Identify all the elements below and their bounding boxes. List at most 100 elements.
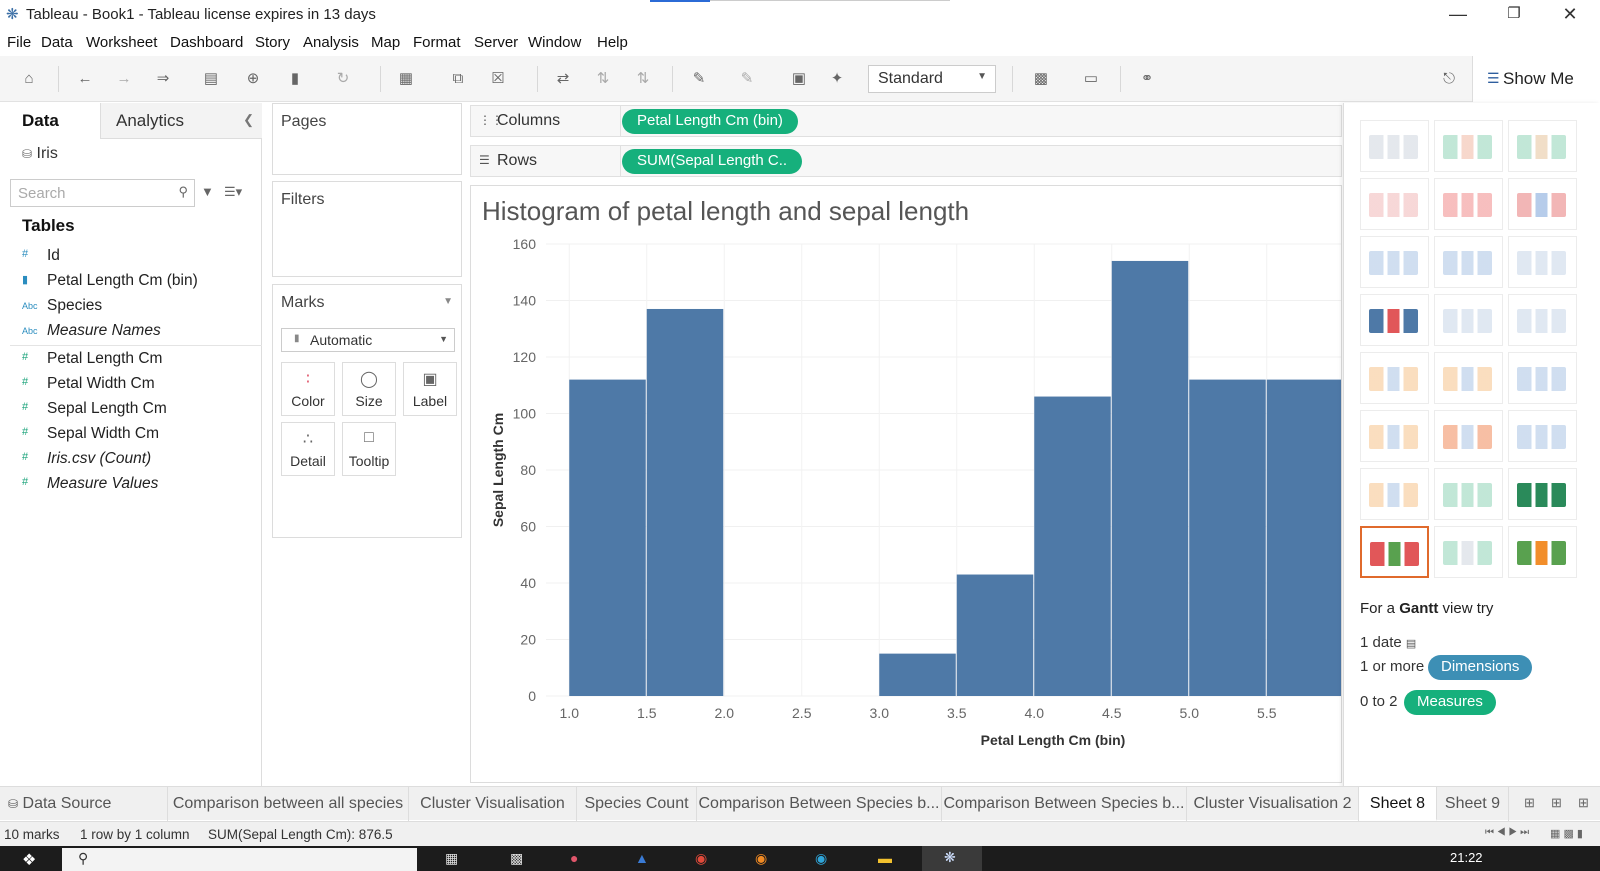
- chart-type-thumbnail[interactable]: [1434, 236, 1503, 288]
- mark-type-select[interactable]: ▮ Automatic ▼: [281, 328, 455, 352]
- clear-sheet-icon[interactable]: ☒: [487, 68, 509, 90]
- replace-data-icon[interactable]: ⇒: [152, 68, 174, 90]
- chart-type-thumbnail[interactable]: [1360, 236, 1429, 288]
- field-petal-length-bin[interactable]: ▮ Petal Length Cm (bin): [0, 269, 262, 294]
- show-cards-icon[interactable]: ▩: [1030, 68, 1052, 90]
- search-field[interactable]: ⚲: [10, 179, 195, 207]
- collapse-pane-icon[interactable]: ❮: [243, 112, 254, 128]
- chart-type-thumbnail[interactable]: [1360, 352, 1429, 404]
- menu-analysis[interactable]: Analysis: [303, 34, 359, 51]
- chart-type-thumbnail[interactable]: [1360, 468, 1429, 520]
- show-labels-icon[interactable]: ▣: [788, 68, 810, 90]
- tab-analytics[interactable]: Analytics ❮: [100, 103, 262, 139]
- filter-icon[interactable]: ▼: [201, 184, 214, 199]
- chart-type-thumbnail[interactable]: [1434, 410, 1503, 462]
- color-button[interactable]: ∶ Color: [281, 362, 335, 416]
- show-me-button[interactable]: ☰ Show Me: [1472, 56, 1600, 102]
- tab-sheet-active[interactable]: Sheet 8: [1359, 787, 1437, 821]
- chart-type-thumbnail[interactable]: [1508, 468, 1577, 520]
- histogram-chart[interactable]: 0 20 40 60 80 100 120 140 160 1.0 1.5 2.0 2.5 3.0 3.5 4…: [471, 186, 1342, 783]
- tableau-taskbar-item[interactable]: ❋: [922, 846, 982, 871]
- swap-icon[interactable]: ⇄: [552, 68, 574, 90]
- tab-sheet[interactable]: Species Count: [577, 787, 697, 821]
- menu-map[interactable]: Map: [371, 34, 400, 51]
- chart-type-thumbnail[interactable]: [1434, 120, 1503, 172]
- columns-pill[interactable]: Petal Length Cm (bin): [622, 109, 798, 134]
- app-icon[interactable]: ◉: [755, 850, 767, 867]
- menu-dashboard[interactable]: Dashboard: [170, 34, 243, 51]
- field-iris-count[interactable]: # Iris.csv (Count): [0, 447, 262, 472]
- new-worksheet-icon[interactable]: ▦: [395, 68, 417, 90]
- field-petal-length[interactable]: # Petal Length Cm: [0, 347, 262, 372]
- sort-ascending-icon[interactable]: ⇅: [592, 68, 614, 90]
- group-icon[interactable]: ✎: [736, 68, 758, 90]
- chart-type-thumbnail[interactable]: [1508, 526, 1577, 578]
- fit-select[interactable]: Standard ▼: [868, 65, 996, 93]
- highlight-icon[interactable]: ✎: [688, 68, 710, 90]
- file-explorer-icon[interactable]: ▬: [878, 850, 892, 866]
- datasource-item[interactable]: ⛁ Iris: [22, 145, 58, 163]
- tab-sheet[interactable]: Comparison Between Species b...: [942, 787, 1187, 821]
- share-icon[interactable]: ⚭: [1136, 68, 1158, 90]
- pages-card[interactable]: Pages: [272, 103, 462, 175]
- sort-descending-icon[interactable]: ⇅: [632, 68, 654, 90]
- chart-type-thumbnail[interactable]: [1360, 178, 1429, 230]
- chart-type-thumbnail[interactable]: [1508, 120, 1577, 172]
- menu-story[interactable]: Story: [255, 34, 290, 51]
- field-measure-names[interactable]: Abc Measure Names: [0, 319, 262, 344]
- chart-type-thumbnail[interactable]: [1360, 410, 1429, 462]
- format-painter-icon[interactable]: ⎋: [1438, 68, 1460, 90]
- app-icon[interactable]: ▲: [635, 850, 649, 866]
- chart-type-thumbnail[interactable]: [1360, 120, 1429, 172]
- field-sepal-length[interactable]: # Sepal Length Cm: [0, 397, 262, 422]
- new-story-tab-icon[interactable]: ⊞: [1578, 795, 1589, 811]
- redo-icon[interactable]: →: [113, 68, 135, 90]
- chart-type-thumbnail[interactable]: [1434, 294, 1503, 346]
- minimize-button[interactable]: —: [1430, 0, 1486, 30]
- menu-help[interactable]: Help: [597, 34, 628, 51]
- tab-data[interactable]: Data: [0, 103, 100, 139]
- new-dashboard-tab-icon[interactable]: ⊞: [1551, 795, 1562, 811]
- field-species[interactable]: Abc Species: [0, 294, 262, 319]
- chart-view[interactable]: 0 20 40 60 80 100 120 140 160 1.0 1.5 2.0 2.5 3.0 3.5 4…: [470, 185, 1342, 783]
- tab-sheet[interactable]: Sheet 9: [1437, 787, 1509, 821]
- filters-card[interactable]: Filters: [272, 181, 462, 277]
- view-options-icon[interactable]: ☰▾: [224, 184, 242, 200]
- edge-icon[interactable]: ◉: [815, 850, 827, 867]
- sheet-sorter-icon[interactable]: ▦ ▩ ▮: [1550, 827, 1583, 840]
- tab-sheet[interactable]: Cluster Visualisation 2: [1187, 787, 1359, 821]
- tab-sheet[interactable]: Comparison between all species: [168, 787, 409, 821]
- windows-start-icon[interactable]: ❖: [22, 850, 36, 870]
- app-icon[interactable]: ●: [570, 850, 578, 866]
- tab-data-source[interactable]: ⛁ Data Source: [0, 787, 168, 821]
- new-datasource-icon[interactable]: ⊕: [242, 68, 264, 90]
- fix-axes-icon[interactable]: ✦: [826, 68, 848, 90]
- chrome-icon[interactable]: ◉: [695, 850, 707, 867]
- new-worksheet-tab-icon[interactable]: ⊞: [1524, 795, 1535, 811]
- field-petal-width[interactable]: # Petal Width Cm: [0, 372, 262, 397]
- pause-updates-icon[interactable]: ▮: [284, 68, 306, 90]
- maximize-button[interactable]: ❐: [1486, 0, 1542, 30]
- chart-type-thumbnail[interactable]: [1508, 410, 1577, 462]
- detail-button[interactable]: ∴ Detail: [281, 422, 335, 476]
- menu-format[interactable]: Format: [413, 34, 461, 51]
- search-input[interactable]: [18, 181, 168, 205]
- chart-type-thumbnail[interactable]: [1434, 352, 1503, 404]
- size-button[interactable]: ◯ Size: [342, 362, 396, 416]
- chart-type-thumbnail[interactable]: [1508, 178, 1577, 230]
- chart-type-thumbnail[interactable]: [1360, 294, 1429, 346]
- field-id[interactable]: # Id: [0, 244, 262, 269]
- label-button[interactable]: ▣ Label: [403, 362, 457, 416]
- close-button[interactable]: ✕: [1542, 0, 1598, 30]
- home-icon[interactable]: ⌂: [18, 68, 40, 90]
- tab-sheet[interactable]: Comparison Between Species b...: [697, 787, 942, 821]
- refresh-icon[interactable]: ↻: [332, 68, 354, 90]
- rows-shelf[interactable]: ☰ Rows SUM(Sepal Length C..: [470, 145, 1342, 177]
- tooltip-button[interactable]: □ Tooltip: [342, 422, 396, 476]
- chart-type-thumbnail[interactable]: [1434, 178, 1503, 230]
- taskbar-search-box[interactable]: ⚲: [62, 848, 417, 871]
- menu-server[interactable]: Server: [474, 34, 518, 51]
- field-sepal-width[interactable]: # Sepal Width Cm: [0, 422, 262, 447]
- presentation-mode-icon[interactable]: ▭: [1080, 68, 1102, 90]
- rows-pill[interactable]: SUM(Sepal Length C..: [622, 149, 803, 174]
